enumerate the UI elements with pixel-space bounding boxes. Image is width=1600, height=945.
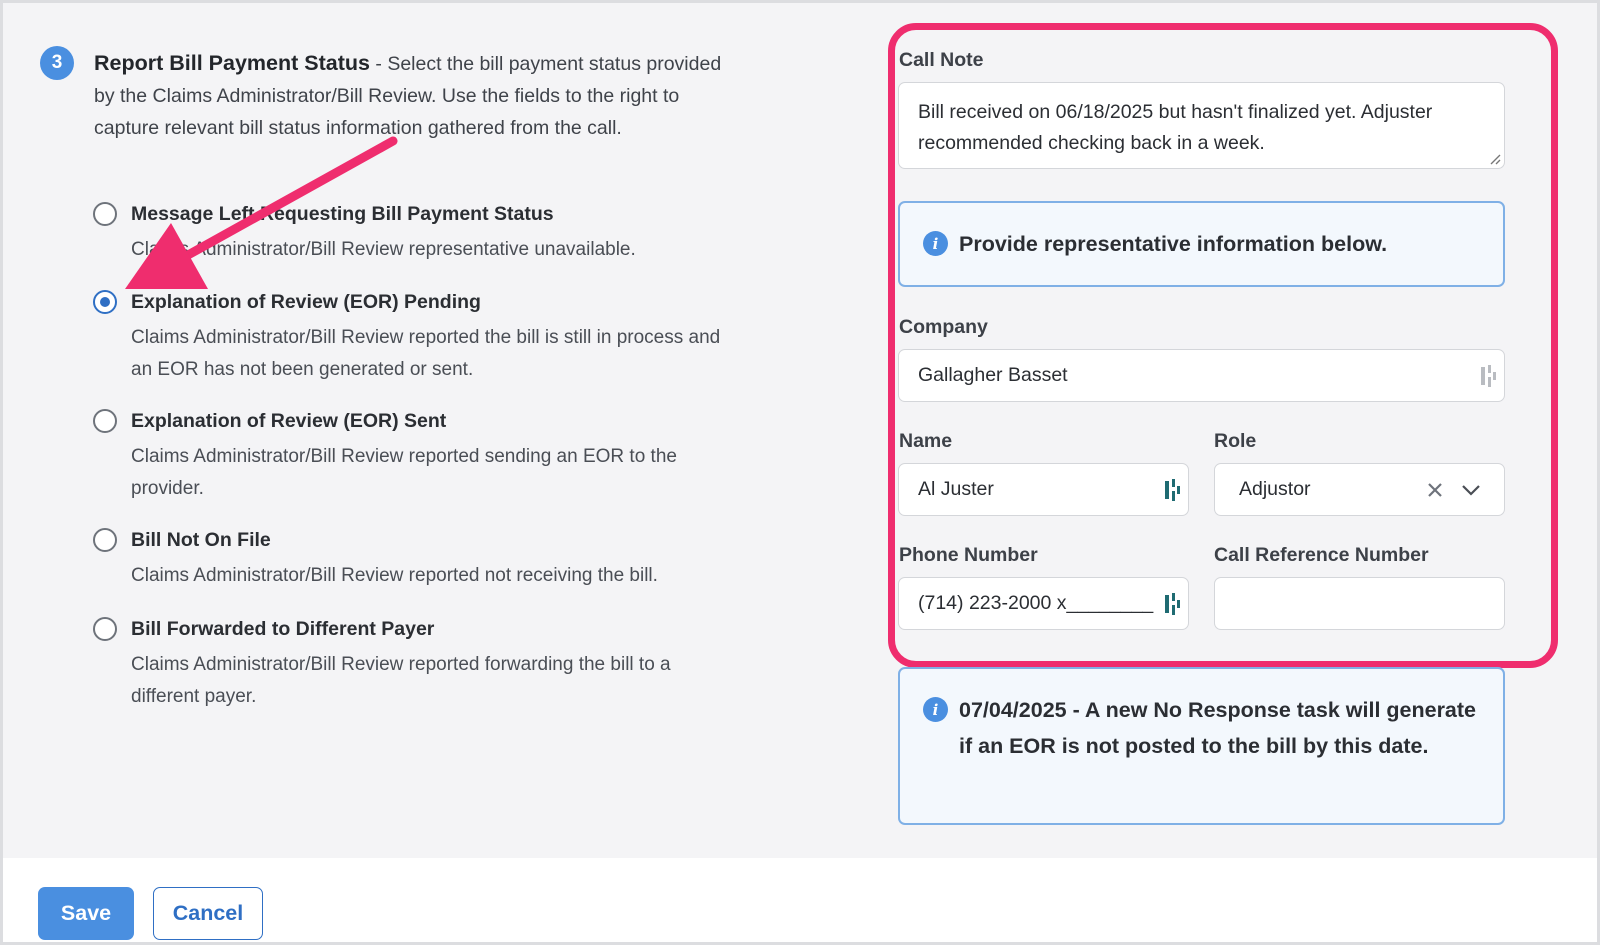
step-number-badge: 3: [40, 46, 74, 80]
option-label[interactable]: Bill Forwarded to Different Payer: [131, 615, 434, 643]
radio-button[interactable]: [93, 409, 117, 433]
option-description: Claims Administrator/Bill Review represe…: [131, 239, 636, 260]
annotation-highlight-box: [888, 23, 1558, 668]
section-description: Report Bill Payment Status - Select the …: [94, 47, 744, 144]
option-label[interactable]: Bill Not On File: [131, 526, 271, 554]
info-icon: i: [923, 697, 948, 722]
option-label[interactable]: Explanation of Review (EOR) Pending: [131, 288, 481, 316]
radio-button[interactable]: [93, 617, 117, 641]
option-label[interactable]: Explanation of Review (EOR) Sent: [131, 407, 446, 435]
main-panel: 3 Report Bill Payment Status - Select th…: [3, 3, 1597, 858]
option-description: Claims Administrator/Bill Review reporte…: [131, 565, 658, 586]
no-response-text: 07/04/2025 - A new No Response task will…: [959, 698, 1477, 758]
save-button[interactable]: Save: [38, 887, 134, 940]
option-description: Claims Administrator/Bill Review reporte…: [131, 446, 677, 499]
section-title: Report Bill Payment Status: [94, 51, 370, 75]
option-label[interactable]: Message Left Requesting Bill Payment Sta…: [131, 200, 554, 228]
cancel-button[interactable]: Cancel: [153, 887, 263, 940]
radio-button[interactable]: [93, 202, 117, 226]
page-frame: 3 Report Bill Payment Status - Select th…: [0, 0, 1600, 945]
no-response-notice: i 07/04/2025 - A new No Response task wi…: [898, 667, 1505, 825]
option-description: Claims Administrator/Bill Review reporte…: [131, 654, 671, 707]
radio-button[interactable]: [93, 528, 117, 552]
option-description: Claims Administrator/Bill Review reporte…: [131, 327, 721, 380]
radio-button-selected[interactable]: [93, 290, 117, 314]
